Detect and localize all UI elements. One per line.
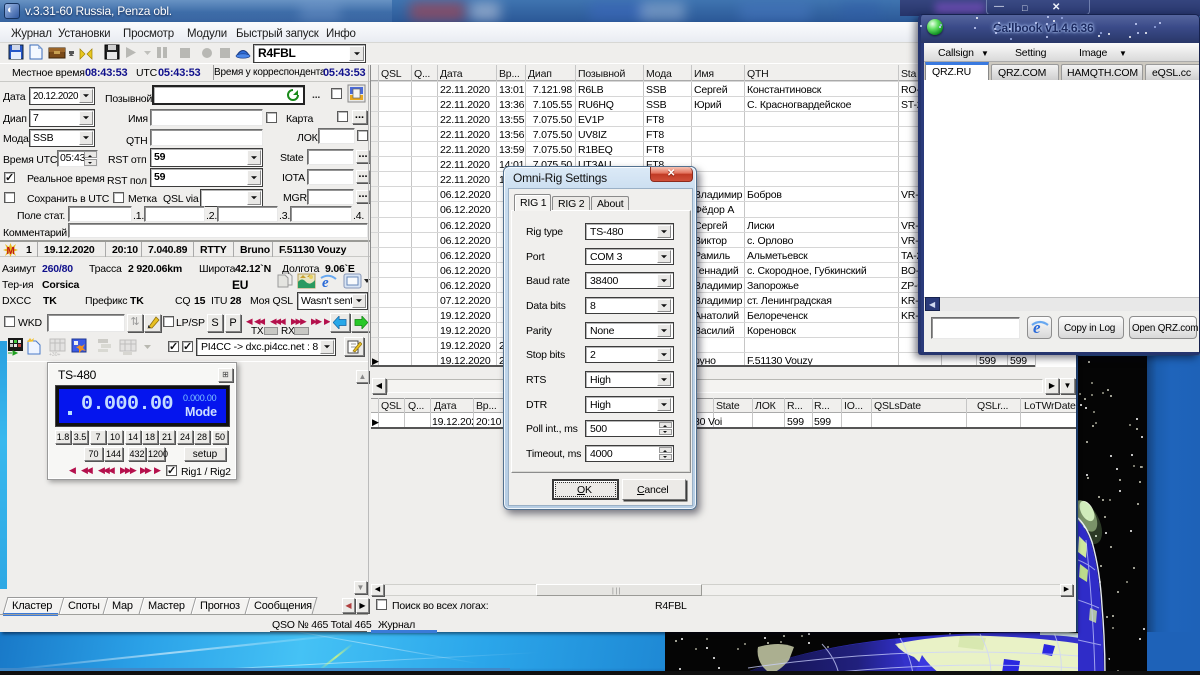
svg-text:M: M — [7, 246, 15, 257]
svg-text:e: e — [1033, 318, 1041, 337]
svg-text:+30+: +30+ — [49, 352, 60, 357]
